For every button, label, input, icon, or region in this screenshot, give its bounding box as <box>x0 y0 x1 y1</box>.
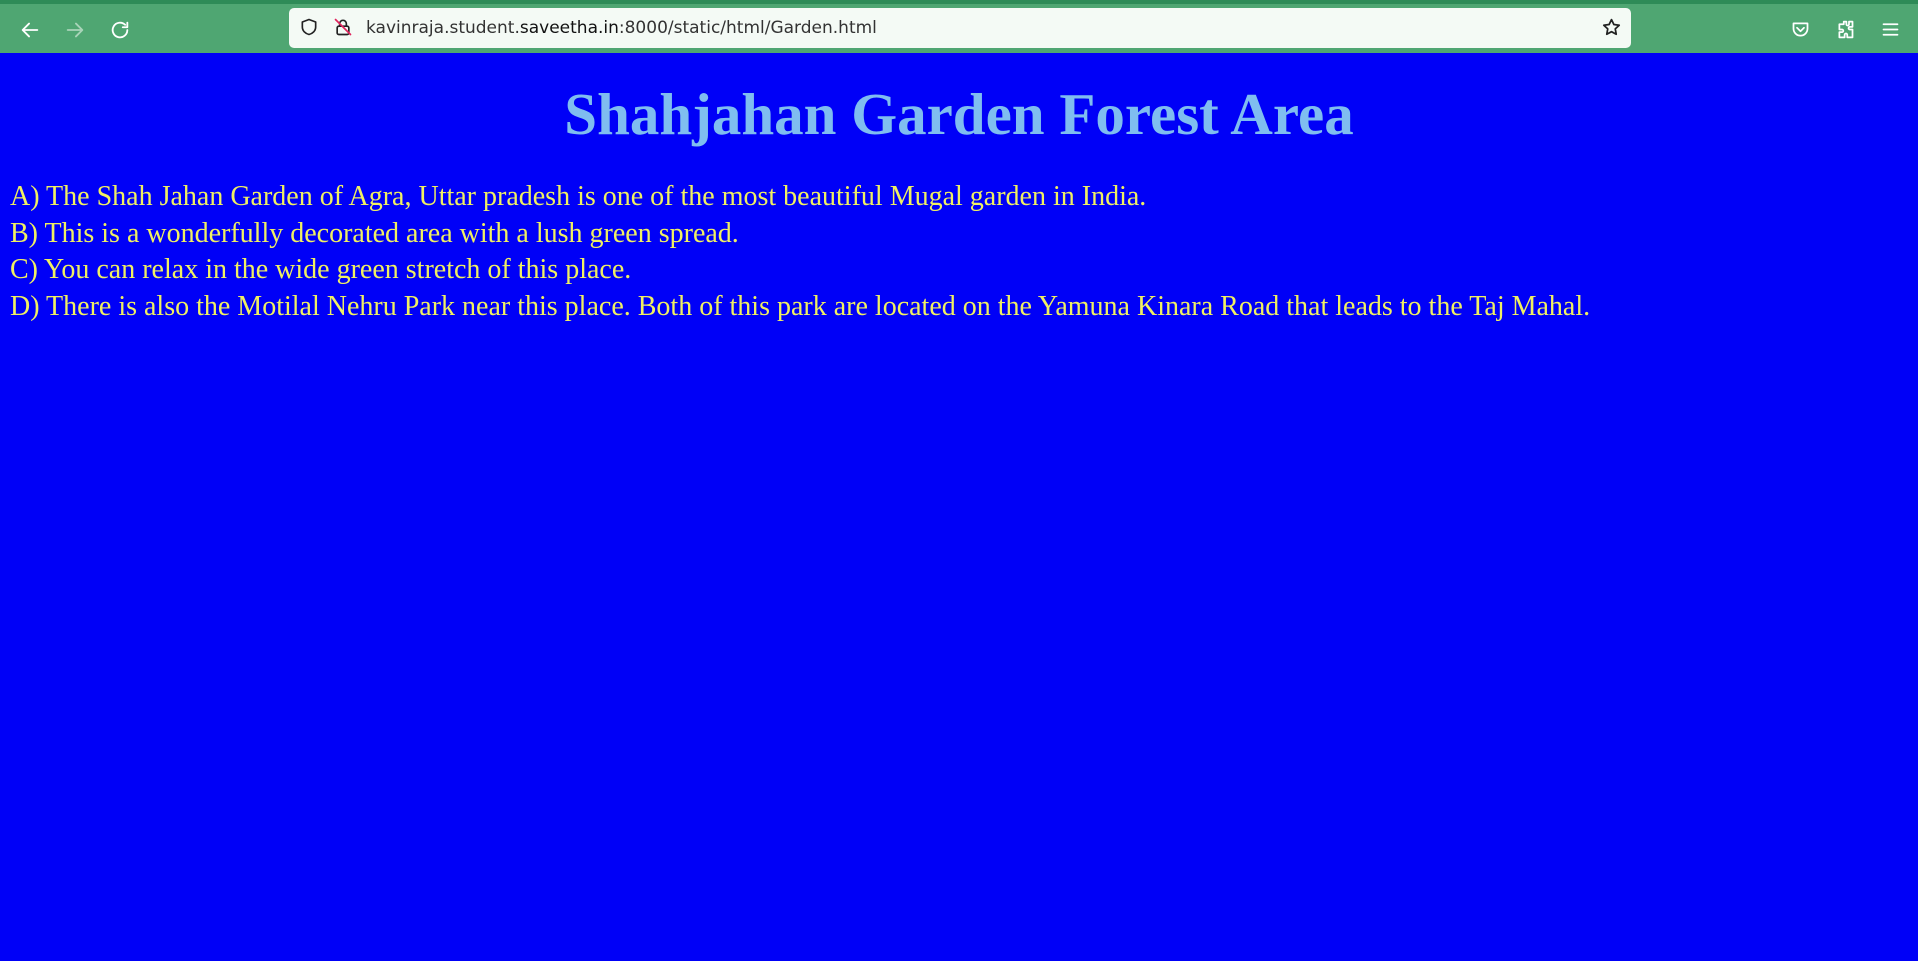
back-button[interactable] <box>14 14 46 46</box>
description-line-a: A) The Shah Jahan Garden of Agra, Uttar … <box>10 181 1147 212</box>
url-host: saveetha.in <box>519 18 619 38</box>
page-content: Shahjahan Garden Forest Area A) The Shah… <box>0 53 1918 961</box>
insecure-lock-icon[interactable] <box>332 16 354 38</box>
arrow-right-icon <box>66 22 84 38</box>
forward-button[interactable] <box>59 14 91 46</box>
description-line-b: B) This is a wonderfully decorated area … <box>10 217 739 249</box>
puzzle-icon[interactable] <box>1832 16 1858 42</box>
reload-icon <box>111 21 129 39</box>
hamburger-menu-icon[interactable] <box>1877 16 1903 42</box>
shield-icon[interactable] <box>298 16 320 38</box>
star-icon[interactable] <box>1600 16 1622 38</box>
url-suffix: :8000/static/html/Garden.html <box>618 18 877 38</box>
description-line-d: D) There is also the Motilal Nehru Park … <box>10 290 1591 322</box>
description-line-c: C) You can relax in the wide green stret… <box>10 254 632 285</box>
arrow-left-icon <box>21 22 39 38</box>
url-text[interactable]: kavinraja.student.saveetha.in:8000/stati… <box>366 18 877 38</box>
url-prefix: kavinraja.student. <box>366 18 520 38</box>
page-title: Shahjahan Garden Forest Area <box>564 81 1354 147</box>
browser-toolbar: kavinraja.student.saveetha.in:8000/stati… <box>0 0 1918 53</box>
address-bar[interactable]: kavinraja.student.saveetha.in:8000/stati… <box>289 8 1631 48</box>
description-list: A) The Shah Jahan Garden of Agra, Uttar … <box>10 179 1590 325</box>
reload-button[interactable] <box>104 14 136 46</box>
pocket-icon[interactable] <box>1787 16 1813 42</box>
